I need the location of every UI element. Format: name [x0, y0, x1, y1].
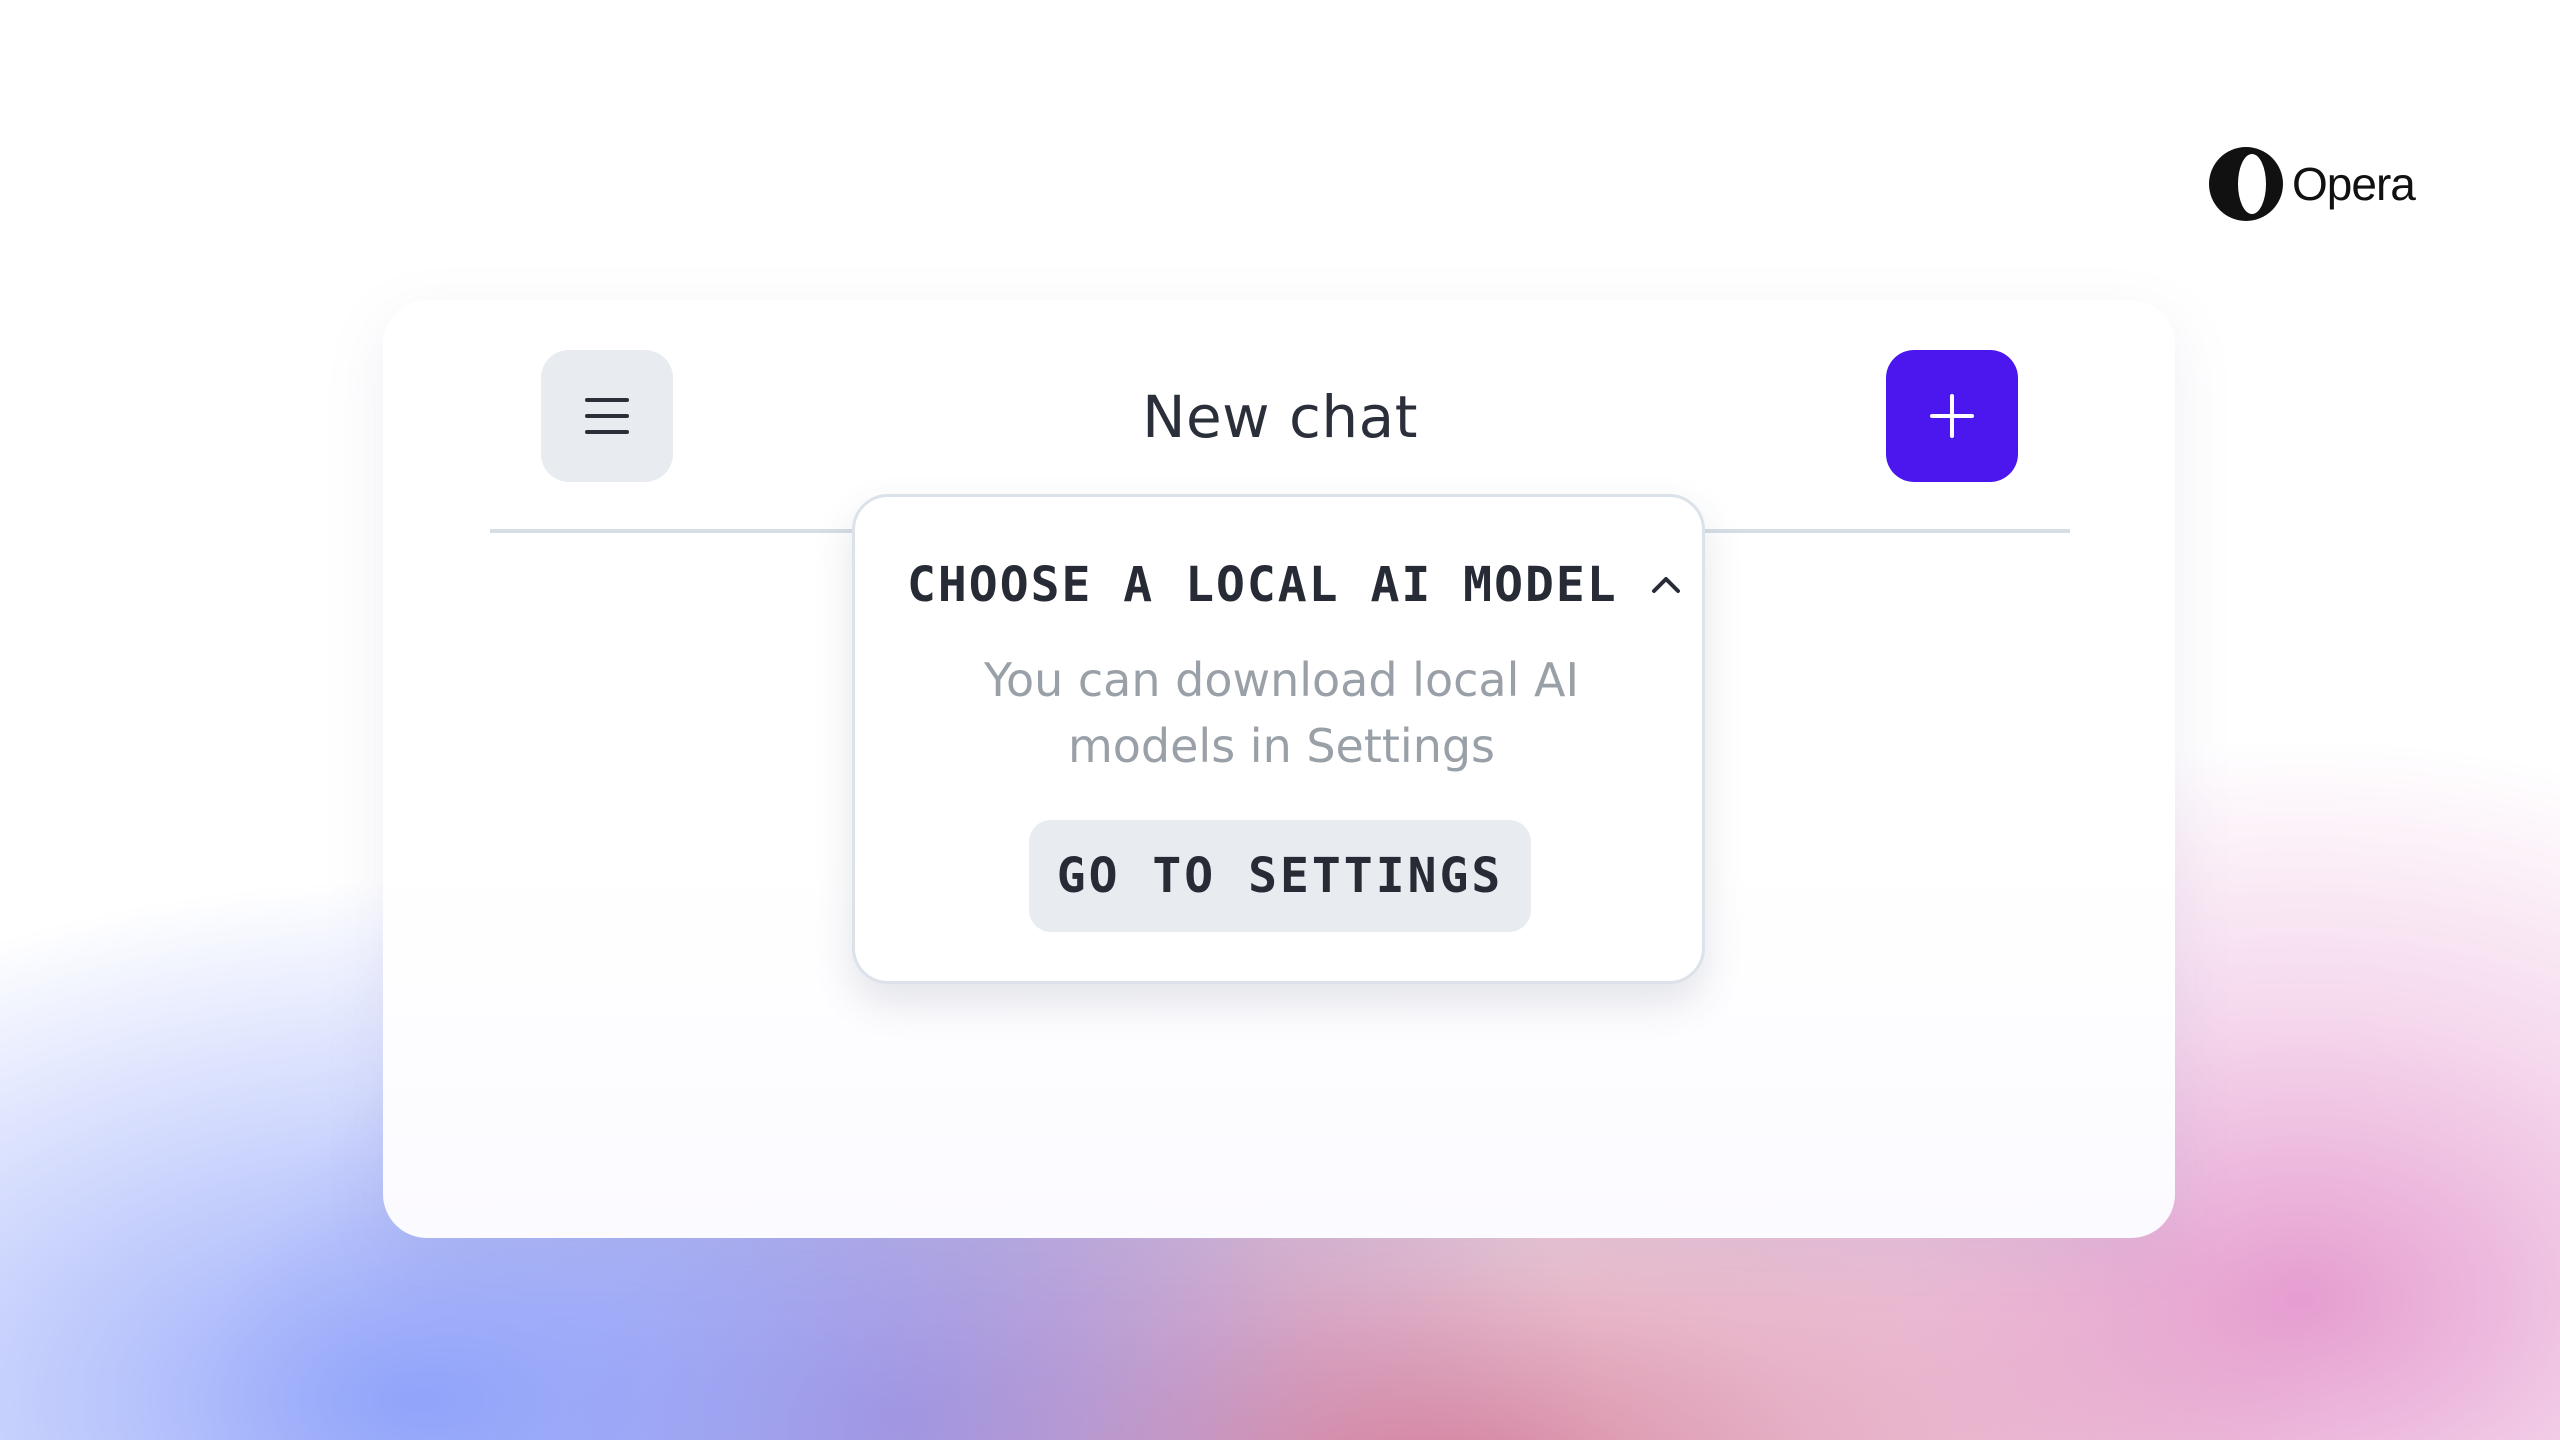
chevron-up-icon: [1651, 577, 1680, 593]
model-picker-toggle[interactable]: CHOOSE A LOCAL AI MODEL: [907, 557, 1686, 613]
opera-brand: Opera: [2208, 146, 2416, 222]
brand-name: Opera: [2292, 158, 2416, 210]
new-chat-button[interactable]: [1886, 350, 2018, 482]
model-picker-heading: CHOOSE A LOCAL AI MODEL: [907, 557, 1618, 613]
page-background: Opera New chat CHOOSE A LOCAL AI MODEL Y…: [0, 0, 2560, 1440]
plus-icon: [1930, 394, 1974, 438]
local-model-picker: CHOOSE A LOCAL AI MODEL You can download…: [852, 494, 1705, 984]
opera-logo-icon: [2209, 147, 2283, 221]
model-picker-description: You can download local AI models in Sett…: [983, 653, 1580, 773]
chat-title: New chat: [1142, 383, 1418, 451]
go-to-settings-button[interactable]: GO TO SETTINGS: [1029, 820, 1531, 932]
